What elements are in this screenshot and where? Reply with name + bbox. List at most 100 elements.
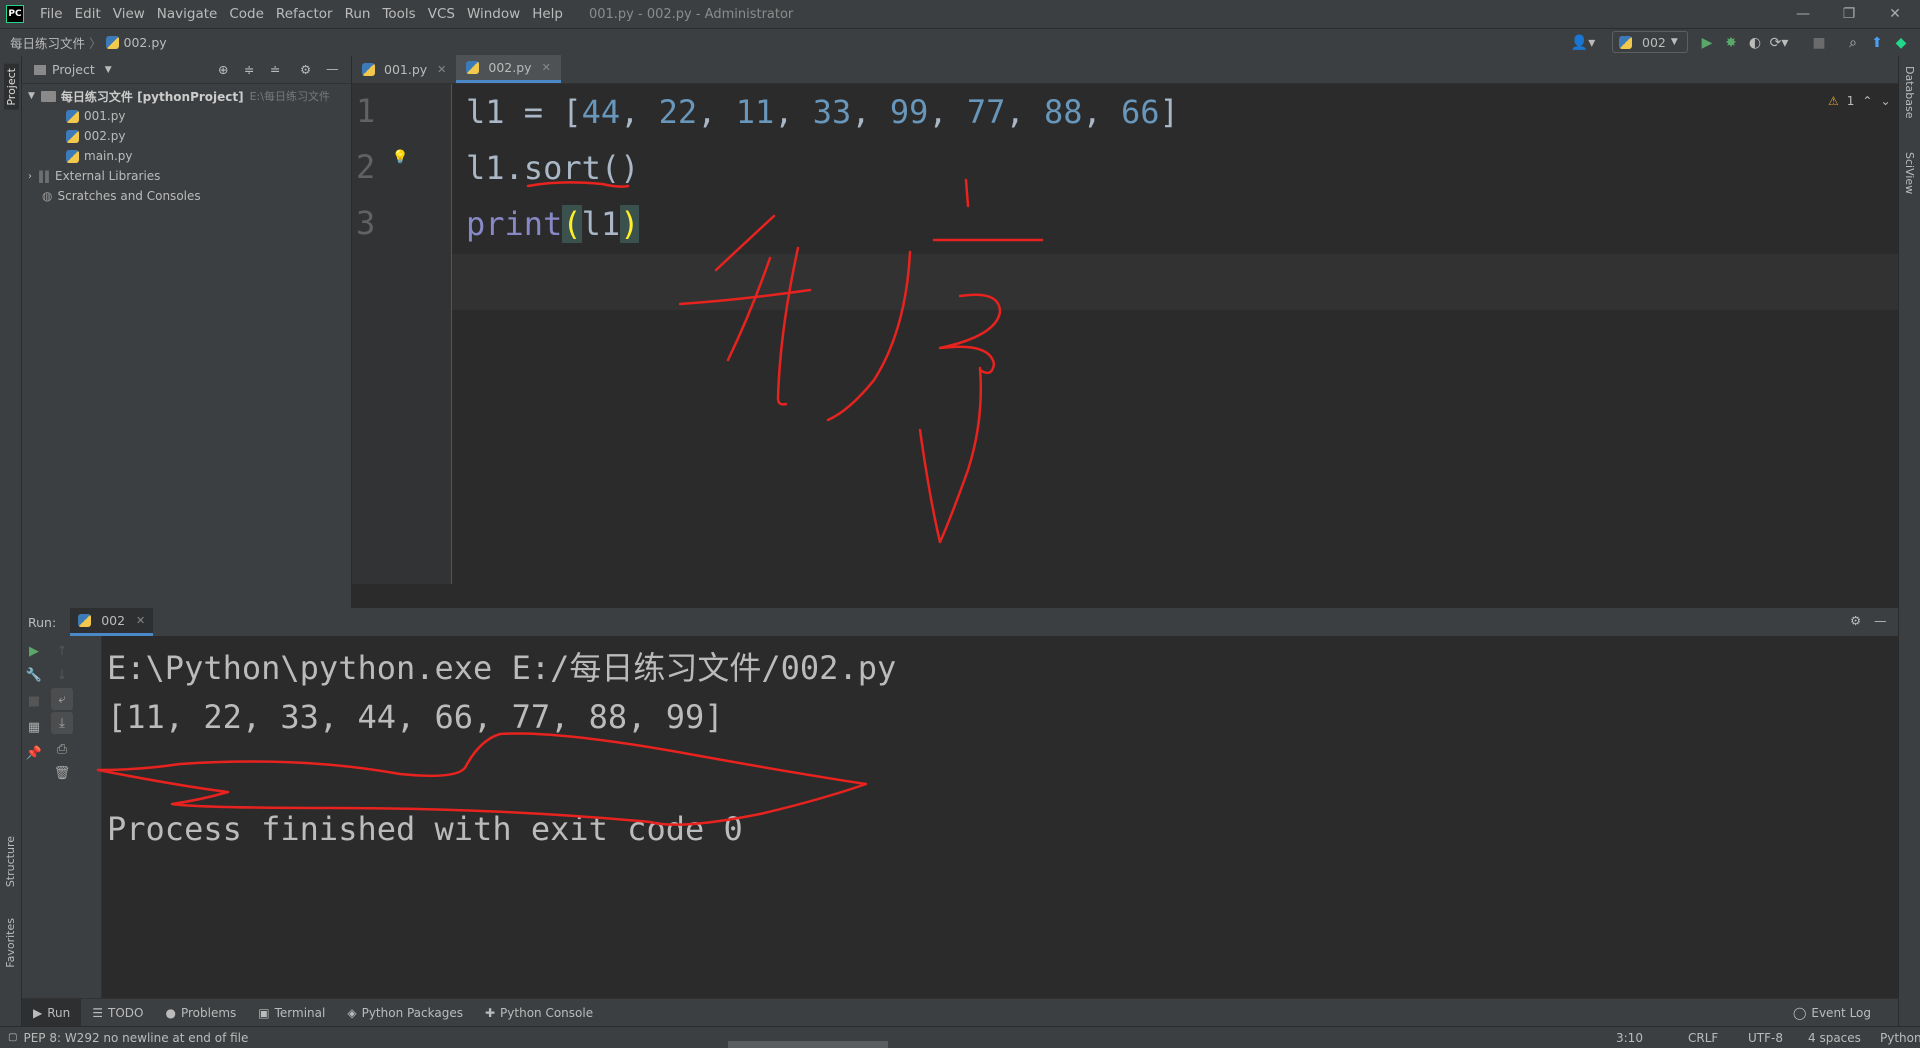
tab-todo[interactable]: ☰ TODO — [81, 999, 154, 1027]
soft-wrap-icon[interactable]: ⤶ — [51, 688, 73, 710]
console-command-line: E:\Python\python.exe E:/每日练习文件/002.py — [107, 649, 897, 687]
menu-window[interactable]: Window — [461, 6, 526, 22]
code-editor[interactable]: 1 2 3 l1 = [44, 22, 11, 33, 99, 77, 88, … — [352, 84, 1898, 584]
terminal-icon: ▣ — [258, 1005, 270, 1020]
python-file-icon — [466, 61, 480, 74]
stop-icon[interactable]: ■ — [23, 690, 45, 712]
tab-label: Problems — [180, 1005, 237, 1020]
caret-position[interactable]: 3:10 — [1616, 1031, 1643, 1045]
breadcrumb-file[interactable]: 002.py — [124, 35, 167, 50]
stop-icon[interactable]: ■ — [1808, 33, 1830, 53]
database-tool-button[interactable]: Database — [1903, 66, 1916, 119]
line-number: 3 — [356, 204, 376, 242]
search-icon[interactable]: ⌕ — [1842, 33, 1864, 53]
lightbulb-icon[interactable]: 💡 — [392, 150, 408, 165]
chevron-down-icon[interactable]: ⌄ — [1880, 94, 1890, 108]
minimize-button[interactable]: — — [1780, 0, 1826, 28]
structure-tool-button[interactable]: Structure — [4, 836, 17, 887]
tree-external-libraries[interactable]: › ‖‖ External Libraries — [22, 166, 351, 186]
gear-icon[interactable]: ⚙ — [1850, 613, 1861, 628]
chevron-up-icon[interactable]: ⌃ — [1862, 94, 1872, 108]
tab-run[interactable]: ▶ Run — [22, 998, 82, 1027]
close-icon[interactable]: ✕ — [136, 614, 145, 627]
tab-001-py[interactable]: 001.py ✕ — [352, 55, 456, 83]
tab-label: 001.py — [384, 61, 428, 77]
project-tool-button[interactable]: Project — [4, 64, 19, 110]
menu-view[interactable]: View — [107, 6, 151, 22]
code-line-1[interactable]: l1 = [44, 22, 11, 33, 99, 77, 88, 66] — [466, 84, 1179, 140]
breadcrumb-project[interactable]: 每日练习文件 — [0, 33, 89, 52]
close-window-button[interactable]: ✕ — [1872, 0, 1918, 28]
profile-icon[interactable]: ⟳▾ — [1768, 33, 1790, 53]
menu-run[interactable]: Run — [339, 6, 377, 22]
close-icon[interactable]: ✕ — [437, 63, 446, 76]
tab-event-log[interactable]: ◯ Event Log — [1782, 999, 1882, 1027]
code-line-2[interactable]: l1.sort() — [466, 140, 639, 196]
user-icon[interactable]: 👤▾ — [1568, 33, 1598, 53]
tree-root[interactable]: ▼ 每日练习文件 [pythonProject] E:\每日练习文件 — [22, 86, 351, 106]
python-file-icon — [362, 62, 375, 76]
problems-icon: ● — [165, 1005, 176, 1020]
toolbox-icon[interactable]: ◆ — [1890, 33, 1912, 53]
page-scrollbar-thumb[interactable] — [728, 1041, 888, 1048]
menu-edit[interactable]: Edit — [69, 6, 107, 22]
editor-horizontal-scrollbar[interactable] — [352, 584, 1898, 608]
scroll-to-end-icon[interactable]: ⤓ — [51, 712, 73, 734]
panel-toggle-icon[interactable]: ▢ — [8, 1032, 17, 1043]
hide-panel-icon[interactable]: — — [1874, 613, 1887, 628]
indent-setting[interactable]: 4 spaces — [1808, 1031, 1861, 1045]
expand-all-icon[interactable]: ≑ — [244, 62, 254, 77]
favorites-tool-button[interactable]: Favorites — [4, 918, 17, 968]
run-config-selector[interactable]: 002 ▼ — [1612, 31, 1688, 53]
tab-problems[interactable]: ● Problems — [154, 999, 247, 1027]
gear-icon[interactable]: ⚙ — [300, 62, 311, 77]
wrench-icon[interactable]: 🔧 — [23, 664, 45, 686]
file-encoding[interactable]: UTF-8 — [1748, 1031, 1783, 1045]
run-icon[interactable]: ▶ — [1696, 33, 1718, 53]
tree-file[interactable]: 001.py — [22, 106, 351, 126]
number-literal: 11 — [735, 93, 775, 131]
tab-python-console[interactable]: ✚ Python Console — [474, 999, 604, 1027]
trash-icon[interactable]: 🗑 — [51, 762, 73, 784]
warning-count: 1 — [1846, 94, 1855, 108]
chevron-down-icon[interactable]: ▼ — [105, 65, 112, 75]
run-tab-002[interactable]: 002 ✕ — [70, 608, 154, 636]
restore-button[interactable]: ❐ — [1826, 0, 1872, 28]
menu-file[interactable]: File — [34, 6, 69, 22]
tab-terminal[interactable]: ▣ Terminal — [247, 999, 336, 1027]
update-icon[interactable]: ⬆ — [1866, 33, 1888, 53]
folder-icon — [34, 64, 46, 75]
rerun-icon[interactable]: ▶ — [23, 640, 45, 662]
tab-002-py[interactable]: 002.py ✕ — [456, 55, 561, 83]
tree-file[interactable]: 002.py — [22, 126, 351, 146]
menu-help[interactable]: Help — [526, 6, 569, 22]
status-message[interactable]: PEP 8: W292 no newline at end of file — [23, 1031, 248, 1045]
separator: , — [928, 93, 967, 131]
close-icon[interactable]: ✕ — [542, 61, 551, 74]
sciview-tool-button[interactable]: SciView — [1903, 152, 1916, 194]
tab-python-packages[interactable]: ◈ Python Packages — [336, 999, 474, 1027]
tree-scratches[interactable]: ◍ Scratches and Consoles — [22, 186, 351, 206]
hide-panel-icon[interactable]: — — [326, 61, 339, 76]
debug-icon[interactable]: ✸ — [1720, 33, 1742, 53]
line-separator[interactable]: CRLF — [1688, 1031, 1718, 1045]
arrow-up-icon[interactable]: ↑ — [51, 640, 73, 662]
menu-vcs[interactable]: VCS — [422, 6, 461, 22]
locate-icon[interactable]: ⊕ — [218, 62, 228, 77]
code-line-3[interactable]: print(l1) — [466, 196, 640, 252]
menu-navigate[interactable]: Navigate — [151, 6, 224, 22]
arrow-down-icon[interactable]: ↓ — [51, 664, 73, 686]
collapse-all-icon[interactable]: ≐ — [270, 62, 280, 77]
menu-tools[interactable]: Tools — [376, 6, 421, 22]
interpreter[interactable]: Python 3.6 — [1880, 1031, 1920, 1045]
menu-code[interactable]: Code — [223, 6, 270, 22]
inspection-widget[interactable]: ⚠ 1 ⌃ ⌄ — [1828, 94, 1891, 108]
pin-icon[interactable]: 📌 — [23, 742, 45, 764]
project-panel-title[interactable]: Project — [52, 62, 95, 77]
run-tab-label: 002 — [101, 613, 126, 628]
tree-file[interactable]: main.py — [22, 146, 351, 166]
menu-refactor[interactable]: Refactor — [270, 6, 339, 22]
layout-icon[interactable]: ▦ — [23, 716, 45, 738]
coverage-icon[interactable]: ◐ — [1744, 33, 1766, 53]
print-icon[interactable]: ⎙ — [51, 738, 73, 760]
